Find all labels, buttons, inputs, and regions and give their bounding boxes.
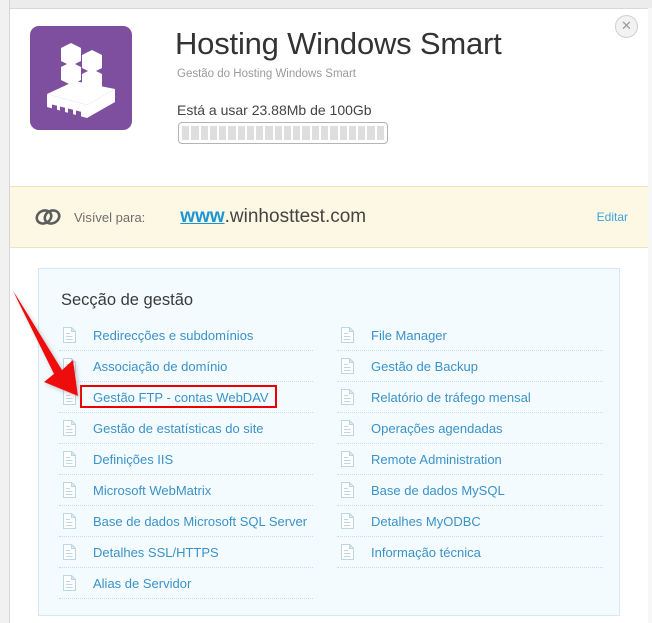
- mgmt-item-label: Operações agendadas: [371, 420, 503, 436]
- mgmt-item-label: Base de dados MySQL: [371, 482, 505, 498]
- progress-segment: [200, 126, 208, 140]
- mgmt-item-label: Remote Administration: [371, 451, 502, 467]
- mgmt-item-label: Microsoft WebMatrix: [93, 482, 212, 498]
- title-block: Hosting Windows Smart Gestão do Hosting …: [175, 25, 595, 82]
- mgmt-item-remote-administration[interactable]: Remote Administration: [337, 444, 603, 475]
- progress-segment: [191, 126, 199, 140]
- mgmt-item-microsoft-webmatrix[interactable]: Microsoft WebMatrix: [59, 475, 313, 506]
- document-icon: [63, 326, 77, 343]
- usage-text: Está a usar 23.88Mb de 100Gb: [177, 102, 372, 118]
- mgmt-item-label: Detalhes MyODBC: [371, 513, 481, 529]
- mgmt-item-file-manager[interactable]: File Manager: [337, 320, 603, 351]
- progress-segment: [311, 126, 319, 140]
- document-icon: [63, 419, 77, 436]
- mgmt-item-label: Informação técnica: [371, 544, 481, 560]
- progress-segment: [330, 126, 338, 140]
- mgmt-item-detalhes-myodbc[interactable]: Detalhes MyODBC: [337, 506, 603, 537]
- visible-for-label: Visível para:: [74, 209, 146, 225]
- visibility-banner: Visível para: www.winhosttest.com Editar: [10, 186, 648, 248]
- document-icon: [63, 388, 77, 405]
- mgmt-item-label: Redirecções e subdomínios: [93, 327, 254, 343]
- chain-link-icon: [34, 204, 62, 230]
- progress-segment: [265, 126, 273, 140]
- page-title: Hosting Windows Smart: [175, 26, 502, 61]
- edit-link[interactable]: Editar: [597, 210, 628, 224]
- mgmt-item-relatorio-de-trafego-mensal[interactable]: Relatório de tráfego mensal: [337, 382, 603, 413]
- document-icon: [341, 419, 355, 436]
- progress-segment: [320, 126, 329, 140]
- mgmt-item-definicoes-iis[interactable]: Definições IIS: [59, 444, 313, 475]
- document-icon: [341, 357, 355, 374]
- browser-top-strip: [0, 0, 652, 9]
- progress-segment: [246, 126, 255, 140]
- mgmt-item-label: Base de dados Microsoft SQL Server: [93, 513, 308, 529]
- document-icon: [63, 481, 77, 498]
- document-icon: [63, 543, 77, 560]
- document-icon: [63, 450, 77, 467]
- progress-segment: [182, 126, 190, 140]
- document-icon: [341, 543, 355, 560]
- mgmt-item-associacao-de-dominio[interactable]: Associação de domínio: [59, 351, 313, 382]
- mgmt-item-label: Associação de domínio: [93, 358, 228, 374]
- document-icon: [63, 512, 77, 529]
- mgmt-item-label: Gestão de Backup: [371, 358, 478, 374]
- mgmt-item-label: Relatório de tráfego mensal: [371, 389, 531, 405]
- hosting-panel-page: Hosting Windows Smart Gestão do Hosting …: [10, 9, 648, 623]
- www-link[interactable]: www: [180, 206, 224, 227]
- progress-segment: [376, 126, 384, 140]
- close-icon[interactable]: ✕: [615, 15, 638, 38]
- mgmt-item-label: File Manager: [371, 327, 447, 343]
- progress-segment: [358, 126, 366, 140]
- progress-segment: [367, 126, 375, 140]
- progress-segment: [348, 126, 357, 140]
- mgmt-item-base-de-dados-mysql[interactable]: Base de dados MySQL: [337, 475, 603, 506]
- domain-display: www.winhosttest.com: [180, 206, 596, 228]
- progress-segment: [274, 126, 282, 140]
- page-subtitle: Gestão do Hosting Windows Smart: [177, 68, 356, 80]
- mgmt-item-redireccoes-e-subdominios[interactable]: Redirecções e subdomínios: [59, 320, 313, 351]
- progress-segment: [302, 126, 310, 140]
- mgmt-item-label: Definições IIS: [93, 451, 174, 467]
- management-column-left: Redirecções e subdomínios Associação de d…: [59, 320, 331, 599]
- mgmt-item-base-de-dados-microsoft-sql-server[interactable]: Base de dados Microsoft SQL Server: [59, 506, 313, 537]
- mgmt-item-label: Alias de Servidor: [93, 575, 192, 591]
- management-columns: Redirecções e subdomínios Associação de d…: [39, 320, 619, 599]
- document-icon: [341, 450, 355, 467]
- progress-segment: [339, 126, 347, 140]
- document-icon: [341, 512, 355, 529]
- mgmt-item-detalhes-ssl-https[interactable]: Detalhes SSL/HTTPS: [59, 537, 313, 568]
- document-icon: [341, 481, 355, 498]
- progress-segment: [228, 126, 236, 140]
- usage-progress-bar: [178, 122, 388, 144]
- management-section-panel: Secção de gestão Redirecções e subdomíni…: [38, 268, 620, 616]
- mgmt-item-label: Detalhes SSL/HTTPS: [93, 544, 219, 560]
- mgmt-item-gestao-de-backup[interactable]: Gestão de Backup: [337, 351, 603, 382]
- progress-segment: [237, 126, 245, 140]
- domain-suffix: .winhosttest.com: [224, 206, 367, 227]
- mgmt-item-label: Gestão FTP - contas WebDAV: [93, 389, 269, 405]
- document-icon: [63, 574, 77, 591]
- header-section: Hosting Windows Smart Gestão do Hosting …: [10, 9, 648, 179]
- mgmt-item-operacoes-agendadas[interactable]: Operações agendadas: [337, 413, 603, 444]
- browser-left-rail: [0, 0, 10, 623]
- progress-segment: [293, 126, 301, 140]
- progress-segment: [209, 126, 218, 140]
- mgmt-item-gestao-ftp-contas-webdav[interactable]: Gestão FTP - contas WebDAV: [59, 382, 313, 413]
- management-column-right: File Manager Gestão de Backup Relatório de…: [331, 320, 603, 599]
- progress-segment: [219, 126, 227, 140]
- document-icon: [63, 357, 77, 374]
- mgmt-item-alias-de-servidor[interactable]: Alias de Servidor: [59, 568, 313, 599]
- document-icon: [341, 388, 355, 405]
- server-cubes-icon: [30, 26, 132, 130]
- management-section-title: Secção de gestão: [61, 291, 194, 309]
- progress-segment: [283, 126, 292, 140]
- mgmt-item-informacao-tecnica[interactable]: Informação técnica: [337, 537, 603, 568]
- progress-segment: [256, 126, 264, 140]
- mgmt-item-gestao-de-estatisticas-do-site[interactable]: Gestão de estatísticas do site: [59, 413, 313, 444]
- document-icon: [341, 326, 355, 343]
- mgmt-item-label: Gestão de estatísticas do site: [93, 420, 264, 436]
